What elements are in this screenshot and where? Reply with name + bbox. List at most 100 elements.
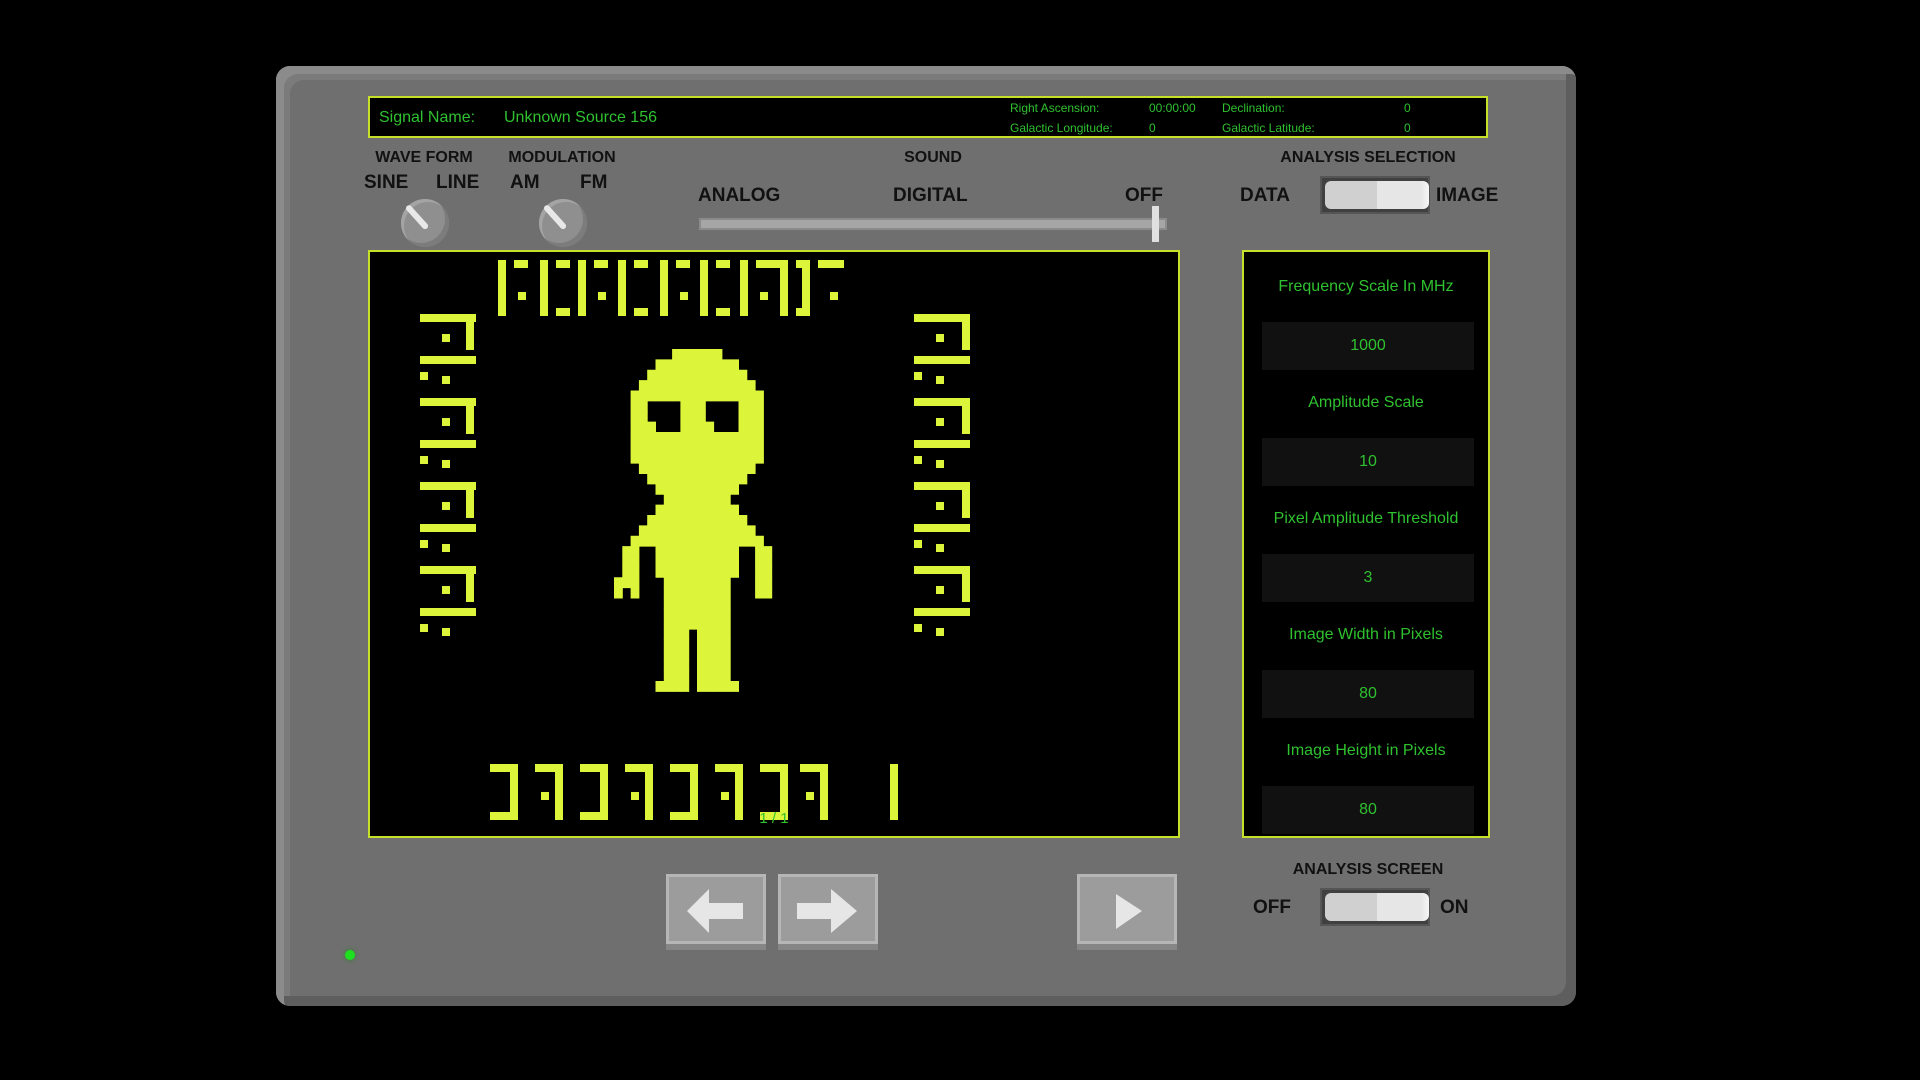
- glyph-stroke: [670, 764, 692, 772]
- alien-pixel: [663, 649, 673, 661]
- analysis-selection-toggle[interactable]: [1320, 176, 1430, 214]
- alien-pixel: [672, 681, 681, 692]
- alien-pixel: [680, 473, 690, 485]
- alien-pixel: [705, 463, 715, 474]
- sound-option-off[interactable]: OFF: [1125, 185, 1163, 207]
- alien-pixel: [630, 432, 640, 443]
- alien-pixel: [738, 369, 748, 381]
- alien-pixel: [705, 577, 715, 589]
- alien-pixel: [721, 546, 731, 557]
- alien-pixel: [705, 432, 715, 443]
- alien-pixel: [755, 556, 764, 568]
- alien-pixel: [663, 535, 673, 547]
- amplitude-scale-input[interactable]: 10: [1262, 438, 1474, 486]
- image-height-input[interactable]: 80: [1262, 786, 1474, 834]
- alien-pixel: [663, 525, 673, 537]
- glyph-stroke: [936, 376, 944, 384]
- alien-pixel: [730, 566, 739, 578]
- galactic-latitude-value: 0: [1404, 121, 1411, 135]
- arrow-right-icon: [797, 889, 857, 933]
- alien-pixel: [713, 452, 723, 464]
- sound-slider-track[interactable]: [699, 218, 1167, 230]
- analysis-screen-toggle[interactable]: [1320, 888, 1430, 926]
- alien-pixel: [705, 359, 715, 371]
- glyph-stroke: [634, 308, 648, 316]
- glyph-stroke: [830, 292, 838, 300]
- glyph-stroke: [914, 372, 922, 380]
- frequency-scale-input[interactable]: 1000: [1262, 322, 1474, 370]
- alien-pixel: [672, 670, 681, 682]
- alien-pixel: [663, 670, 673, 682]
- alien-pixel: [713, 608, 723, 620]
- alien-pixel: [705, 566, 715, 578]
- alien-pixel: [755, 400, 764, 412]
- glyph-stroke: [420, 456, 428, 464]
- pixel-threshold-input[interactable]: 3: [1262, 554, 1474, 602]
- alien-pixel: [697, 359, 706, 371]
- glyph-stroke: [535, 764, 557, 772]
- alien-pixel: [663, 566, 673, 578]
- alien-pixel: [746, 411, 756, 423]
- glyph-stroke: [914, 624, 922, 632]
- alien-pixel: [697, 452, 706, 464]
- alien-pixel: [721, 380, 731, 391]
- alien-pixel: [713, 598, 723, 609]
- alien-pixel: [721, 369, 731, 381]
- alien-pixel: [638, 525, 648, 537]
- alien-pixel: [738, 390, 748, 402]
- glyph-stroke: [420, 398, 476, 406]
- modulation-option-fm[interactable]: FM: [580, 172, 607, 194]
- alien-pixel: [705, 535, 715, 547]
- alien-pixel: [697, 587, 706, 599]
- alien-pixel: [730, 452, 739, 464]
- alien-pixel: [680, 598, 690, 609]
- next-button[interactable]: [778, 874, 878, 944]
- alien-pixel: [697, 681, 706, 692]
- alien-pixel: [688, 463, 698, 474]
- alien-pixel: [705, 473, 715, 485]
- analysis-selection-title: ANALYSIS SELECTION: [1280, 149, 1456, 166]
- glyph-stroke: [420, 524, 476, 532]
- analysis-selection-data-label: DATA: [1240, 185, 1290, 206]
- alien-pixel: [688, 400, 698, 412]
- play-button[interactable]: [1077, 874, 1177, 944]
- waveform-option-line[interactable]: LINE: [436, 172, 479, 194]
- alien-pixel: [630, 411, 640, 423]
- alien-pixel: [663, 442, 673, 454]
- alien-pixel: [672, 608, 681, 620]
- modulation-knob[interactable]: [539, 199, 587, 247]
- modulation-option-am[interactable]: AM: [510, 172, 540, 194]
- sound-slider-thumb[interactable]: [1152, 206, 1159, 242]
- alien-pixel: [697, 380, 706, 391]
- previous-button[interactable]: [666, 874, 766, 944]
- glyph-stroke: [914, 482, 970, 490]
- waveform-option-sine[interactable]: SINE: [364, 172, 408, 194]
- sound-option-analog[interactable]: ANALOG: [698, 185, 780, 207]
- alien-pixel: [638, 400, 648, 412]
- alien-pixel: [638, 390, 648, 402]
- waveform-knob[interactable]: [401, 199, 449, 247]
- alien-pixel: [680, 442, 690, 454]
- alien-pixel: [755, 390, 764, 402]
- alien-pixel: [738, 442, 748, 454]
- amplitude-scale-label: Amplitude Scale: [1308, 394, 1424, 411]
- alien-pixel: [655, 463, 665, 474]
- sound-option-digital[interactable]: DIGITAL: [893, 185, 968, 207]
- glyph-stroke: [936, 586, 944, 594]
- alien-pixel: [705, 390, 715, 402]
- alien-pixel: [680, 525, 690, 537]
- alien-pixel: [705, 660, 715, 672]
- alien-pixel: [697, 463, 706, 474]
- alien-pixel: [705, 349, 715, 360]
- alien-pixel: [680, 681, 690, 692]
- glyph-stroke: [625, 764, 647, 772]
- alien-pixel: [721, 494, 731, 506]
- alien-pixel: [680, 515, 690, 526]
- alien-pixel: [755, 411, 764, 423]
- alien-pixel: [721, 483, 731, 495]
- image-width-input[interactable]: 80: [1262, 670, 1474, 718]
- alien-pixel: [688, 608, 698, 620]
- alien-pixel: [647, 432, 656, 443]
- alien-pixel: [663, 515, 673, 526]
- alien-pixel: [697, 670, 706, 682]
